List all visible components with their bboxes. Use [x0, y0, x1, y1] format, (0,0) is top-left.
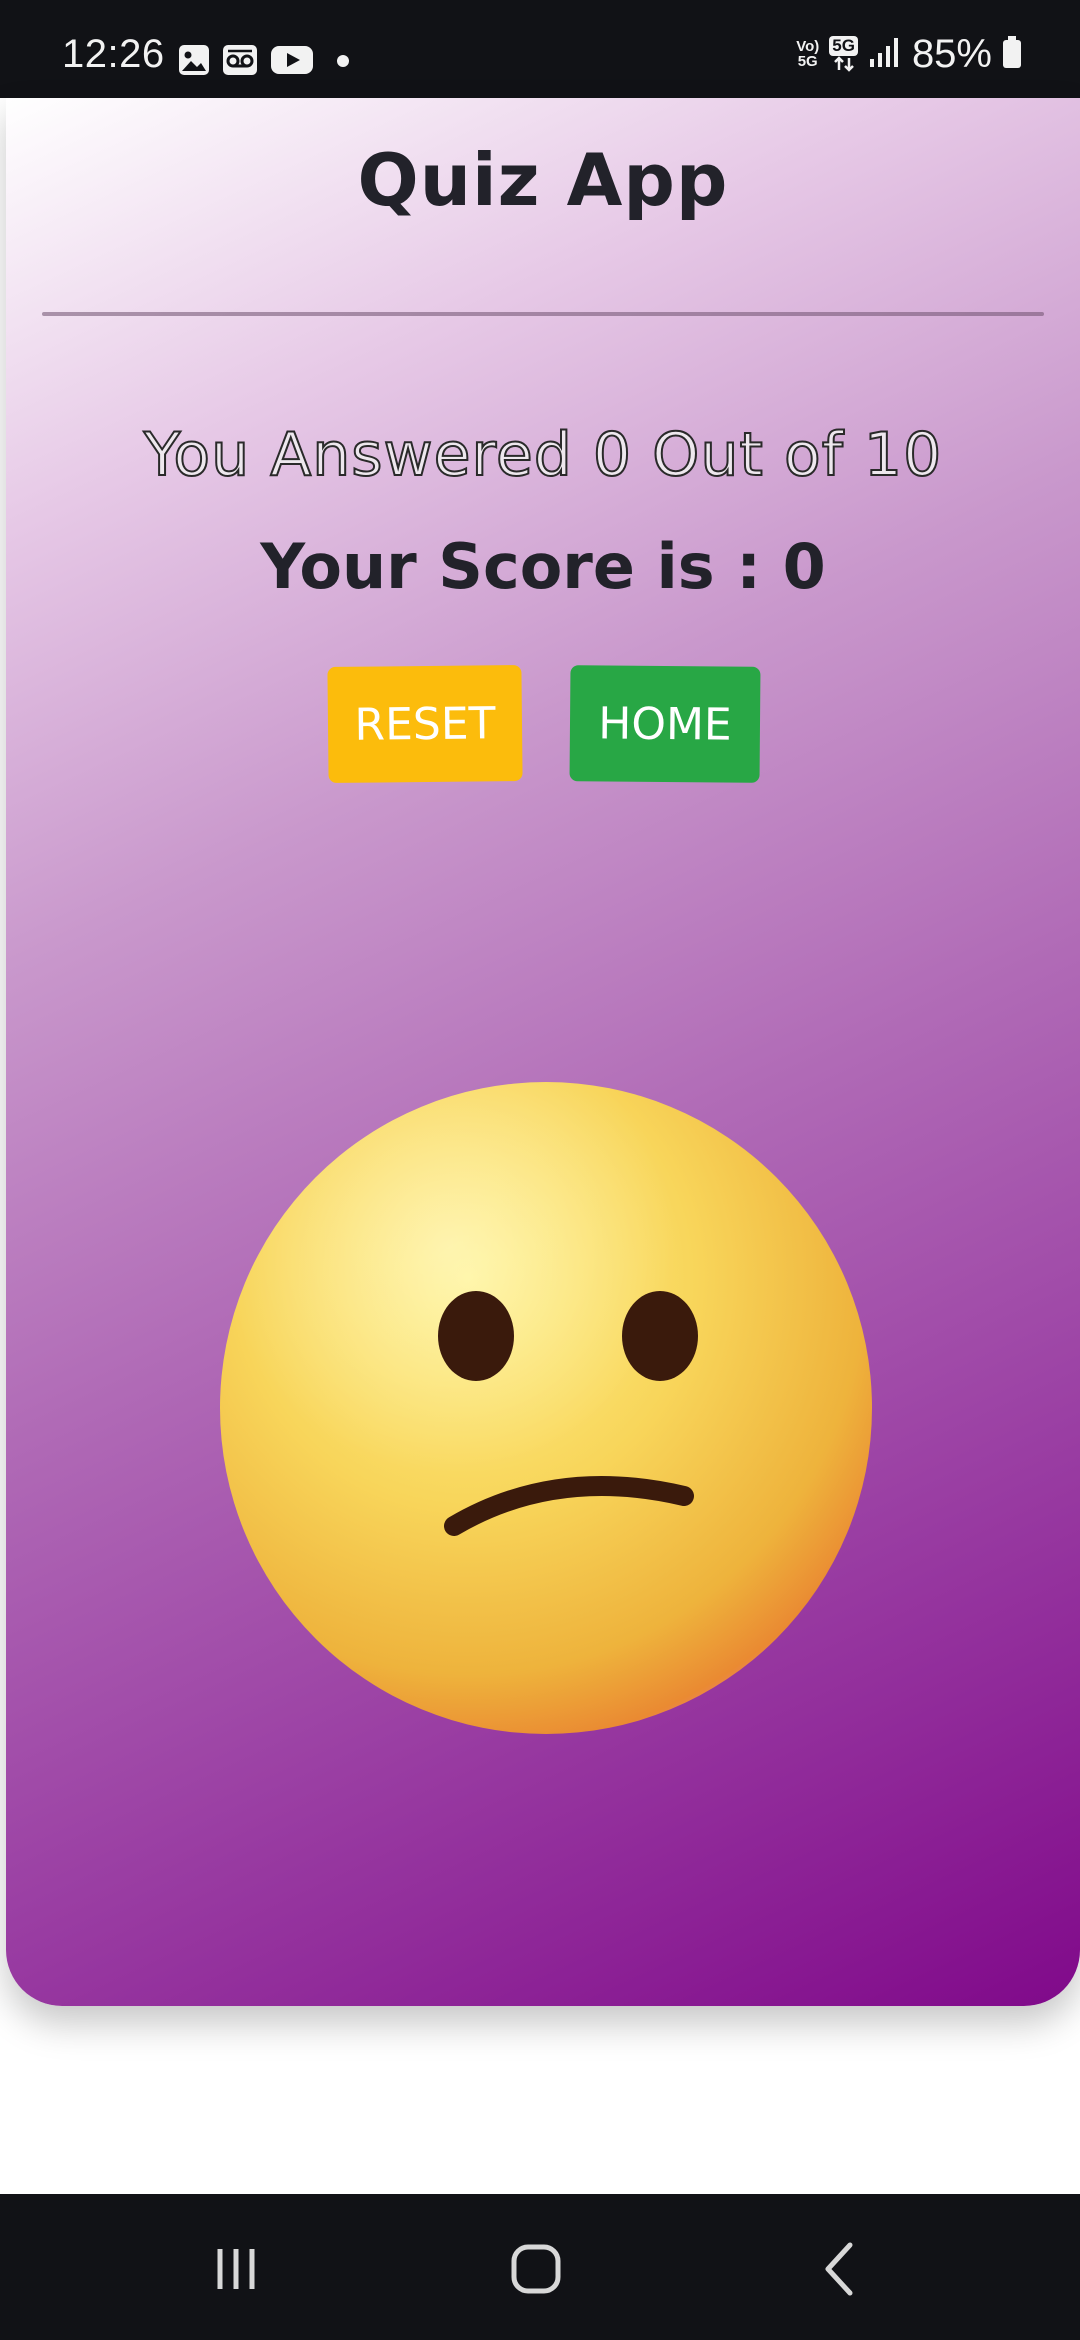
status-bar: 12:26 Vo) 5G 5G 85% [0, 0, 1080, 98]
battery-icon [1002, 35, 1022, 73]
status-icons-left [178, 44, 356, 76]
navigation-bar [0, 2194, 1080, 2340]
score-text: Your Score is : 0 [260, 530, 826, 603]
home-icon[interactable] [496, 2234, 576, 2304]
signal-icon [868, 35, 902, 73]
status-time: 12:26 [62, 32, 165, 76]
battery-percentage: 85% [911, 32, 992, 76]
youtube-icon [270, 44, 314, 76]
right-eye [622, 1291, 698, 1381]
home-button[interactable]: HOME [569, 665, 761, 783]
answered-summary: You Answered 0 Out of 10 [143, 419, 943, 491]
volte-icon: Vo) 5G [796, 39, 819, 69]
notification-dot-icon [326, 44, 356, 76]
network-top-label: Vo) [796, 38, 820, 55]
left-eye [438, 1291, 514, 1381]
network-bottom-label: 5G [797, 53, 818, 70]
confused-face-emoji-icon [216, 1078, 876, 1738]
status-icons-right: Vo) 5G 5G 85% [796, 32, 1022, 76]
gallery-icon [178, 44, 210, 76]
recent-apps-icon[interactable] [196, 2234, 276, 2304]
5g-data-label: 5G [829, 36, 858, 56]
title-divider [42, 312, 1044, 316]
back-icon[interactable] [800, 2234, 880, 2304]
page-title: Quiz App [357, 138, 729, 222]
voicemail-icon [222, 44, 258, 76]
5g-data-icon: 5G [829, 36, 858, 72]
reset-button[interactable]: RESET [327, 664, 523, 784]
quiz-result-card: Quiz App You Answered 0 Out of 10 Your S… [6, 98, 1080, 2006]
